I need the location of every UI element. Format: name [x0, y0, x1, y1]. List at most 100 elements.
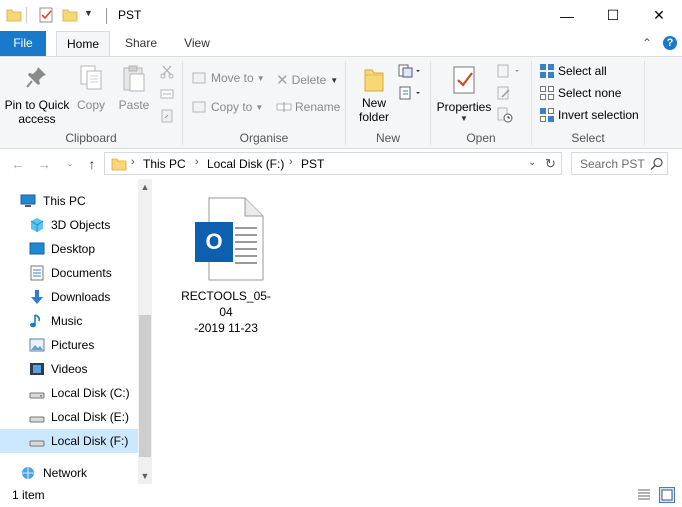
help-icon[interactable]: ?: [663, 36, 677, 50]
copy-button[interactable]: Copy: [74, 65, 108, 112]
cut-icon[interactable]: [160, 65, 174, 79]
paste-button[interactable]: Paste: [114, 65, 154, 112]
chevron-down-icon: ▼: [330, 75, 339, 85]
nav-item-local-disk-c[interactable]: Local Disk (C:): [0, 381, 138, 405]
delete-button[interactable]: ✕ Delete ▼: [276, 71, 338, 89]
properties-label: Properties: [436, 100, 492, 114]
new-folder-label: New folder: [358, 96, 390, 124]
paste-icon: [123, 65, 145, 92]
outlook-badge: O: [205, 229, 222, 254]
properties-quick-icon[interactable]: [38, 7, 54, 23]
tab-file[interactable]: File: [0, 31, 46, 56]
move-to-button[interactable]: Move to ▼: [192, 71, 265, 85]
address-bar[interactable]: › This PC › Local Disk (F:) › PST ⌄ ↻: [104, 152, 562, 175]
copy-to-icon: [192, 101, 206, 113]
scroll-up-icon[interactable]: ▲: [138, 180, 152, 194]
back-arrow-icon[interactable]: ←: [10, 156, 26, 172]
download-icon: [31, 290, 43, 304]
navigation-scrollbar[interactable]: ▲ ▼: [138, 179, 152, 484]
search-box[interactable]: Search PST: [571, 152, 668, 175]
properties-button[interactable]: Properties ▼: [436, 65, 492, 123]
tab-share[interactable]: Share: [118, 31, 164, 56]
chevron-down-icon: ▼: [255, 102, 264, 112]
tab-home[interactable]: Home: [56, 31, 110, 57]
delete-icon: ✕: [276, 72, 289, 89]
nav-item-3d-objects[interactable]: 3D Objects: [0, 213, 138, 237]
select-none-button[interactable]: Select none: [539, 85, 621, 101]
select-all-icon: [540, 64, 554, 78]
recent-locations-icon[interactable]: ⌄: [62, 156, 78, 172]
nav-item-label: Desktop: [51, 242, 96, 256]
nav-item-label: Documents: [51, 266, 112, 280]
select-all-button[interactable]: Select all: [539, 63, 607, 79]
search-placeholder: Search PST: [580, 157, 645, 171]
desktop-icon: [29, 242, 45, 255]
drive-icon: [29, 440, 45, 447]
nav-item-local-disk-f[interactable]: Local Disk (F:): [0, 429, 138, 453]
easy-access-icon[interactable]: [398, 85, 422, 101]
address-dropdown-icon[interactable]: ⌄: [528, 157, 536, 168]
title-bar: ▼ PST — ☐ ✕: [0, 0, 682, 31]
nav-item-pictures[interactable]: Pictures: [0, 333, 138, 357]
customize-quick-access-icon[interactable]: ▼: [84, 8, 93, 18]
history-icon[interactable]: [496, 107, 514, 123]
large-icons-view-icon[interactable]: [659, 487, 675, 503]
select-group-label: Select: [571, 131, 605, 145]
new-folder-icon: [364, 69, 384, 92]
pin-to-quick-access-button[interactable]: Pin to Quick access: [4, 65, 70, 126]
copy-path-icon[interactable]: [160, 87, 174, 101]
minimize-button[interactable]: —: [544, 0, 590, 31]
new-folder-quick-icon[interactable]: [62, 7, 78, 23]
nav-item-label: Pictures: [51, 338, 95, 352]
drive-icon: [29, 392, 45, 399]
maximize-button[interactable]: ☐: [590, 0, 636, 31]
copy-to-button[interactable]: Copy to ▼: [192, 100, 263, 114]
documents-icon: [30, 265, 44, 281]
new-group-label: New: [375, 131, 400, 145]
videos-icon: [30, 363, 44, 375]
move-to-label: Move to: [211, 71, 254, 85]
forward-arrow-icon[interactable]: →: [36, 156, 52, 172]
nav-item-local-disk-e[interactable]: Local Disk (E:): [0, 405, 138, 429]
computer-icon: [20, 194, 36, 207]
nav-item-music[interactable]: Music: [0, 309, 138, 333]
breadcrumb-separator-icon: ›: [131, 156, 135, 168]
nav-item-this-pc[interactable]: This PC: [0, 189, 138, 213]
breadcrumb-pst[interactable]: PST: [301, 157, 324, 171]
open-icon[interactable]: [496, 63, 522, 79]
up-arrow-icon[interactable]: ↑: [84, 156, 100, 172]
folder-icon: [6, 9, 22, 22]
nav-item-documents[interactable]: Documents: [0, 261, 138, 285]
breadcrumb-local-disk-f[interactable]: Local Disk (F:): [207, 157, 284, 171]
collapse-ribbon-icon[interactable]: ⌃: [640, 36, 654, 50]
new-folder-button[interactable]: New folder: [352, 65, 396, 124]
new-item-icon[interactable]: [398, 63, 422, 79]
breadcrumb-this-pc[interactable]: This PC: [143, 157, 186, 171]
details-view-icon[interactable]: [636, 487, 652, 503]
refresh-icon[interactable]: ↻: [545, 156, 556, 172]
nav-item-videos[interactable]: Videos: [0, 357, 138, 381]
organise-group-label: Organise: [239, 131, 289, 145]
drive-icon: [29, 416, 45, 423]
properties-icon: [453, 66, 475, 94]
folder-icon: [111, 158, 127, 171]
rename-icon: [276, 102, 292, 112]
nav-item-label: Downloads: [51, 290, 111, 304]
close-button[interactable]: ✕: [636, 0, 682, 31]
invert-selection-button[interactable]: Invert selection: [539, 107, 639, 123]
scrollbar-thumb[interactable]: [139, 315, 151, 457]
nav-item-network[interactable]: Network: [0, 461, 138, 485]
select-none-label: Select none: [558, 86, 622, 100]
chevron-down-icon: ▼: [460, 114, 468, 123]
nav-item-downloads[interactable]: Downloads: [0, 285, 138, 309]
edit-icon[interactable]: [496, 85, 512, 101]
move-to-icon: [192, 72, 206, 84]
tab-view[interactable]: View: [174, 31, 220, 56]
pin-label: Pin to Quick access: [4, 98, 70, 126]
scroll-down-icon[interactable]: ▼: [138, 469, 152, 483]
paste-shortcut-icon[interactable]: [160, 109, 174, 123]
ribbon: Pin to Quick access Copy Paste Clipboard…: [0, 56, 682, 149]
cube-icon: [30, 218, 44, 232]
nav-item-desktop[interactable]: Desktop: [0, 237, 138, 261]
rename-button[interactable]: Rename: [276, 100, 340, 114]
